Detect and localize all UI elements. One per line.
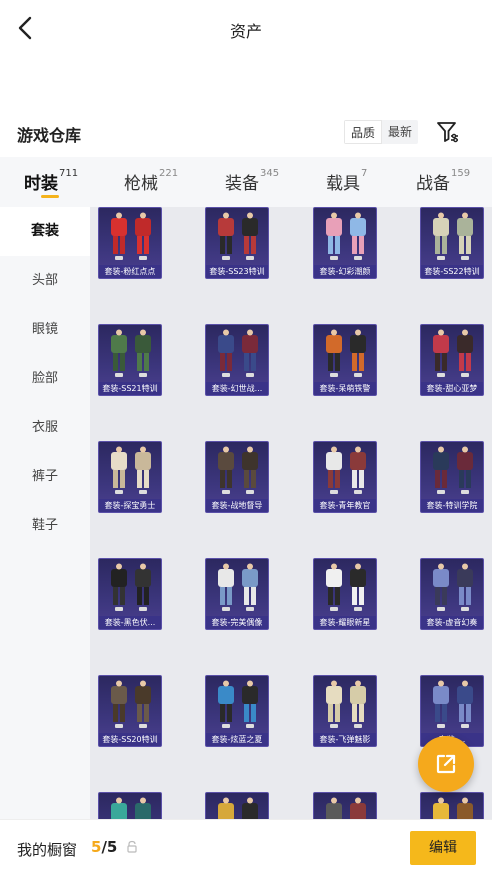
outfit-thumbnail	[218, 329, 258, 377]
sidebar-item-outfit[interactable]: 套装	[0, 207, 90, 256]
outfit-card[interactable]: 套装-青年教官	[313, 441, 377, 513]
sort-quality[interactable]: 品质	[344, 120, 383, 144]
outfit-thumbnail	[326, 680, 366, 728]
category-tabs: 时装711 枪械221 装备345 载具7 战备159	[0, 157, 492, 207]
outfit-thumbnail	[218, 680, 258, 728]
outfit-card[interactable]: 套装-SS21特训	[98, 324, 162, 396]
showcase-label: 我的橱窗	[17, 841, 78, 859]
outfit-name: 套装-甜心亚梦	[421, 382, 483, 395]
outfit-card[interactable]: 套装-SS20特训	[98, 675, 162, 747]
tab-guns[interactable]: 枪械221	[124, 168, 178, 194]
outfit-card[interactable]: 套装-特训学院	[420, 441, 484, 513]
outfit-card[interactable]: 套装-虚音幻奏	[420, 558, 484, 630]
outfit-thumbnail	[326, 329, 366, 377]
filter-button[interactable]	[436, 120, 460, 144]
outfit-card[interactable]: 套装-粉红点点	[98, 207, 162, 279]
outfit-thumbnail	[433, 446, 473, 494]
section-title: 游戏仓库	[17, 126, 82, 145]
outfit-card[interactable]: 套装-战地督导	[205, 441, 269, 513]
outfit-card[interactable]: 套装-甜心亚梦	[420, 324, 484, 396]
outfit-card[interactable]: 套装-幻世战...	[205, 324, 269, 396]
outfit-name: 套装-SS20特训	[99, 733, 161, 746]
lock-icon	[127, 840, 137, 853]
sidebar-item-pants[interactable]: 裤子	[0, 452, 90, 501]
page-title: 资产	[229, 22, 262, 41]
sidebar-item-clothes[interactable]: 衣服	[0, 403, 90, 452]
outfit-card[interactable]: 套装-SS22特训	[420, 207, 484, 279]
outfit-card[interactable]: 套装-SS23特训	[205, 207, 269, 279]
outfit-card[interactable]	[420, 792, 484, 819]
outfit-card[interactable]: 套装-飞弹魅影	[313, 675, 377, 747]
outfit-name: 套装-虚音幻奏	[421, 616, 483, 629]
outfit-thumbnail	[218, 563, 258, 611]
active-tab-indicator	[41, 195, 59, 198]
outfit-thumbnail	[326, 797, 366, 819]
sidebar-item-face[interactable]: 脸部	[0, 354, 90, 403]
outfit-card[interactable]: 套装-炫蓝之夏	[205, 675, 269, 747]
filter-settings-icon	[437, 122, 458, 143]
outfit-thumbnail	[111, 797, 151, 819]
outfit-name: 套装-完美偶像	[206, 616, 268, 629]
sidebar-item-head[interactable]: 头部	[0, 256, 90, 305]
outfit-card[interactable]: 套装-完美偶像	[205, 558, 269, 630]
sidebar-item-shoes[interactable]: 鞋子	[0, 501, 90, 550]
outfit-card[interactable]: 套装-呆萌铁警	[313, 324, 377, 396]
outfit-thumbnail	[326, 563, 366, 611]
outfit-name: 套装-战地督导	[206, 499, 268, 512]
outfit-name: 套装-SS23特训	[206, 265, 268, 278]
outfit-name: 套装-SS22特训	[421, 265, 483, 278]
sidebar-item-glasses[interactable]: 眼镜	[0, 305, 90, 354]
outfit-name: 套装-耀眼新星	[314, 616, 376, 629]
outfit-card[interactable]: 套装-耀眼新星	[313, 558, 377, 630]
outfit-name: 套装-呆萌铁警	[314, 382, 376, 395]
outfit-thumbnail	[433, 797, 473, 819]
outfit-name: 套装-SS21特训	[99, 382, 161, 395]
outfit-name: 套装-幻世战...	[206, 382, 268, 395]
outfit-card[interactable]: 套装-幻彩潮颜	[313, 207, 377, 279]
outfit-name: 套装-飞弹魅影	[314, 733, 376, 746]
outfit-thumbnail	[218, 797, 258, 819]
sort-toggle: 品质 最新	[344, 120, 419, 144]
sort-latest[interactable]: 最新	[382, 120, 418, 144]
edit-button[interactable]: 编辑	[410, 831, 476, 865]
outfit-card[interactable]	[313, 792, 377, 819]
outfit-name: 套装-特训学院	[421, 499, 483, 512]
tab-equipment[interactable]: 装备345	[225, 168, 279, 194]
outfit-thumbnail	[433, 329, 473, 377]
outfit-card[interactable]	[205, 792, 269, 819]
share-button[interactable]	[418, 736, 474, 792]
outfit-thumbnail	[326, 212, 366, 260]
outfit-thumbnail	[326, 446, 366, 494]
outfit-card[interactable]: 套装-探宝勇士	[98, 441, 162, 513]
outfit-thumbnail	[111, 329, 151, 377]
outfit-thumbnail	[111, 212, 151, 260]
showcase-count: 5/5	[91, 838, 118, 856]
top-bar: 资产	[0, 0, 492, 56]
outfit-thumbnail	[433, 212, 473, 260]
warehouse-header: 游戏仓库 品质 最新	[0, 112, 492, 152]
outfit-name: 套装-粉红点点	[99, 265, 161, 278]
outfit-name: 套装-黑色伏...	[99, 616, 161, 629]
outfit-thumbnail	[218, 446, 258, 494]
outfit-thumbnail	[433, 680, 473, 728]
share-external-icon	[436, 754, 456, 774]
outfit-name: 套装-青年教官	[314, 499, 376, 512]
tab-supplies[interactable]: 战备159	[416, 168, 470, 194]
outfit-name: 套装-探宝勇士	[99, 499, 161, 512]
outfit-thumbnail	[111, 563, 151, 611]
outfit-thumbnail	[218, 212, 258, 260]
outfit-card[interactable]: 套装-黑色伏...	[98, 558, 162, 630]
item-grid: 套装-粉红点点 套装-SS23特训 套装-幻彩潮颜 套装-SS22特训套装-SS21特…	[90, 207, 492, 819]
outfit-thumbnail	[433, 563, 473, 611]
showcase-bar: 我的橱窗 5/5 编辑	[0, 819, 492, 876]
outfit-card[interactable]	[98, 792, 162, 819]
outfit-thumbnail	[111, 446, 151, 494]
outfit-name: 套装-幻彩潮颜	[314, 265, 376, 278]
outfit-name: 套装-炫蓝之夏	[206, 733, 268, 746]
tab-vehicles[interactable]: 载具7	[326, 168, 367, 194]
sub-category-sidebar: 套装 头部 眼镜 脸部 衣服 裤子 鞋子	[0, 207, 90, 819]
outfit-thumbnail	[111, 680, 151, 728]
tab-fashion[interactable]: 时装711	[24, 168, 78, 194]
